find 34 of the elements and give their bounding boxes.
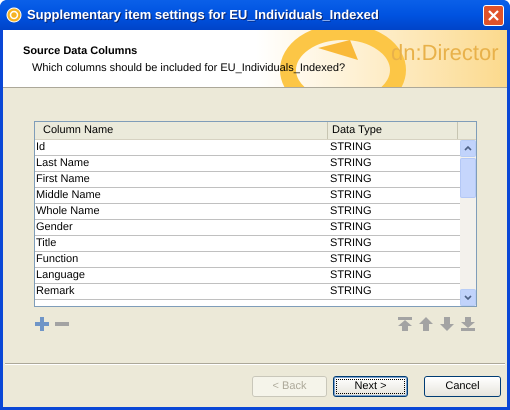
dialog-button[interactable]: Next > bbox=[333, 376, 408, 396]
table-cell-text: Id bbox=[35, 140, 46, 156]
section-title: Source Data Columns bbox=[23, 44, 138, 59]
table-cell-text: First Name bbox=[35, 172, 91, 188]
table-cell-text: STRING bbox=[330, 140, 373, 156]
table-cell-text: STRING bbox=[330, 204, 373, 220]
table-cell-text: Language bbox=[35, 268, 86, 284]
app-icon bbox=[6, 7, 22, 23]
table-cell-text: STRING bbox=[330, 156, 373, 172]
scroll-thumb[interactable] bbox=[460, 158, 476, 198]
table-cell-text: STRING bbox=[330, 236, 373, 252]
table-cell-text: Middle Name bbox=[35, 188, 102, 204]
scroll-down-icon[interactable] bbox=[460, 289, 476, 306]
table-cell-text: Title bbox=[35, 236, 58, 252]
table-cell-text: Function bbox=[35, 252, 80, 268]
table-cell-text: Remark bbox=[35, 284, 76, 300]
close-button[interactable] bbox=[483, 4, 504, 26]
table-cell-text: STRING bbox=[330, 188, 373, 204]
table-cell-text: STRING bbox=[330, 284, 373, 300]
scrollbar[interactable] bbox=[460, 140, 476, 306]
table-cell-text: STRING bbox=[330, 268, 373, 284]
column-header[interactable]: Column Name bbox=[35, 122, 328, 139]
table-cell-text: STRING bbox=[330, 252, 373, 268]
table-cell-text: Whole Name bbox=[35, 204, 101, 220]
close-icon bbox=[488, 10, 499, 20]
table-cell-text: STRING bbox=[330, 172, 373, 188]
table-cell-text: Last Name bbox=[35, 156, 90, 172]
column-header[interactable]: Data Type bbox=[328, 122, 458, 139]
dialog-button[interactable]: Cancel bbox=[424, 376, 501, 396]
window-title: Supplementary item settings for EU_Individuals_Indexed bbox=[27, 6, 380, 24]
table-cell-text: Gender bbox=[35, 220, 74, 236]
scroll-up-icon[interactable] bbox=[460, 140, 476, 157]
table-cell-text: STRING bbox=[330, 220, 373, 236]
add-icon[interactable] bbox=[34, 316, 50, 332]
